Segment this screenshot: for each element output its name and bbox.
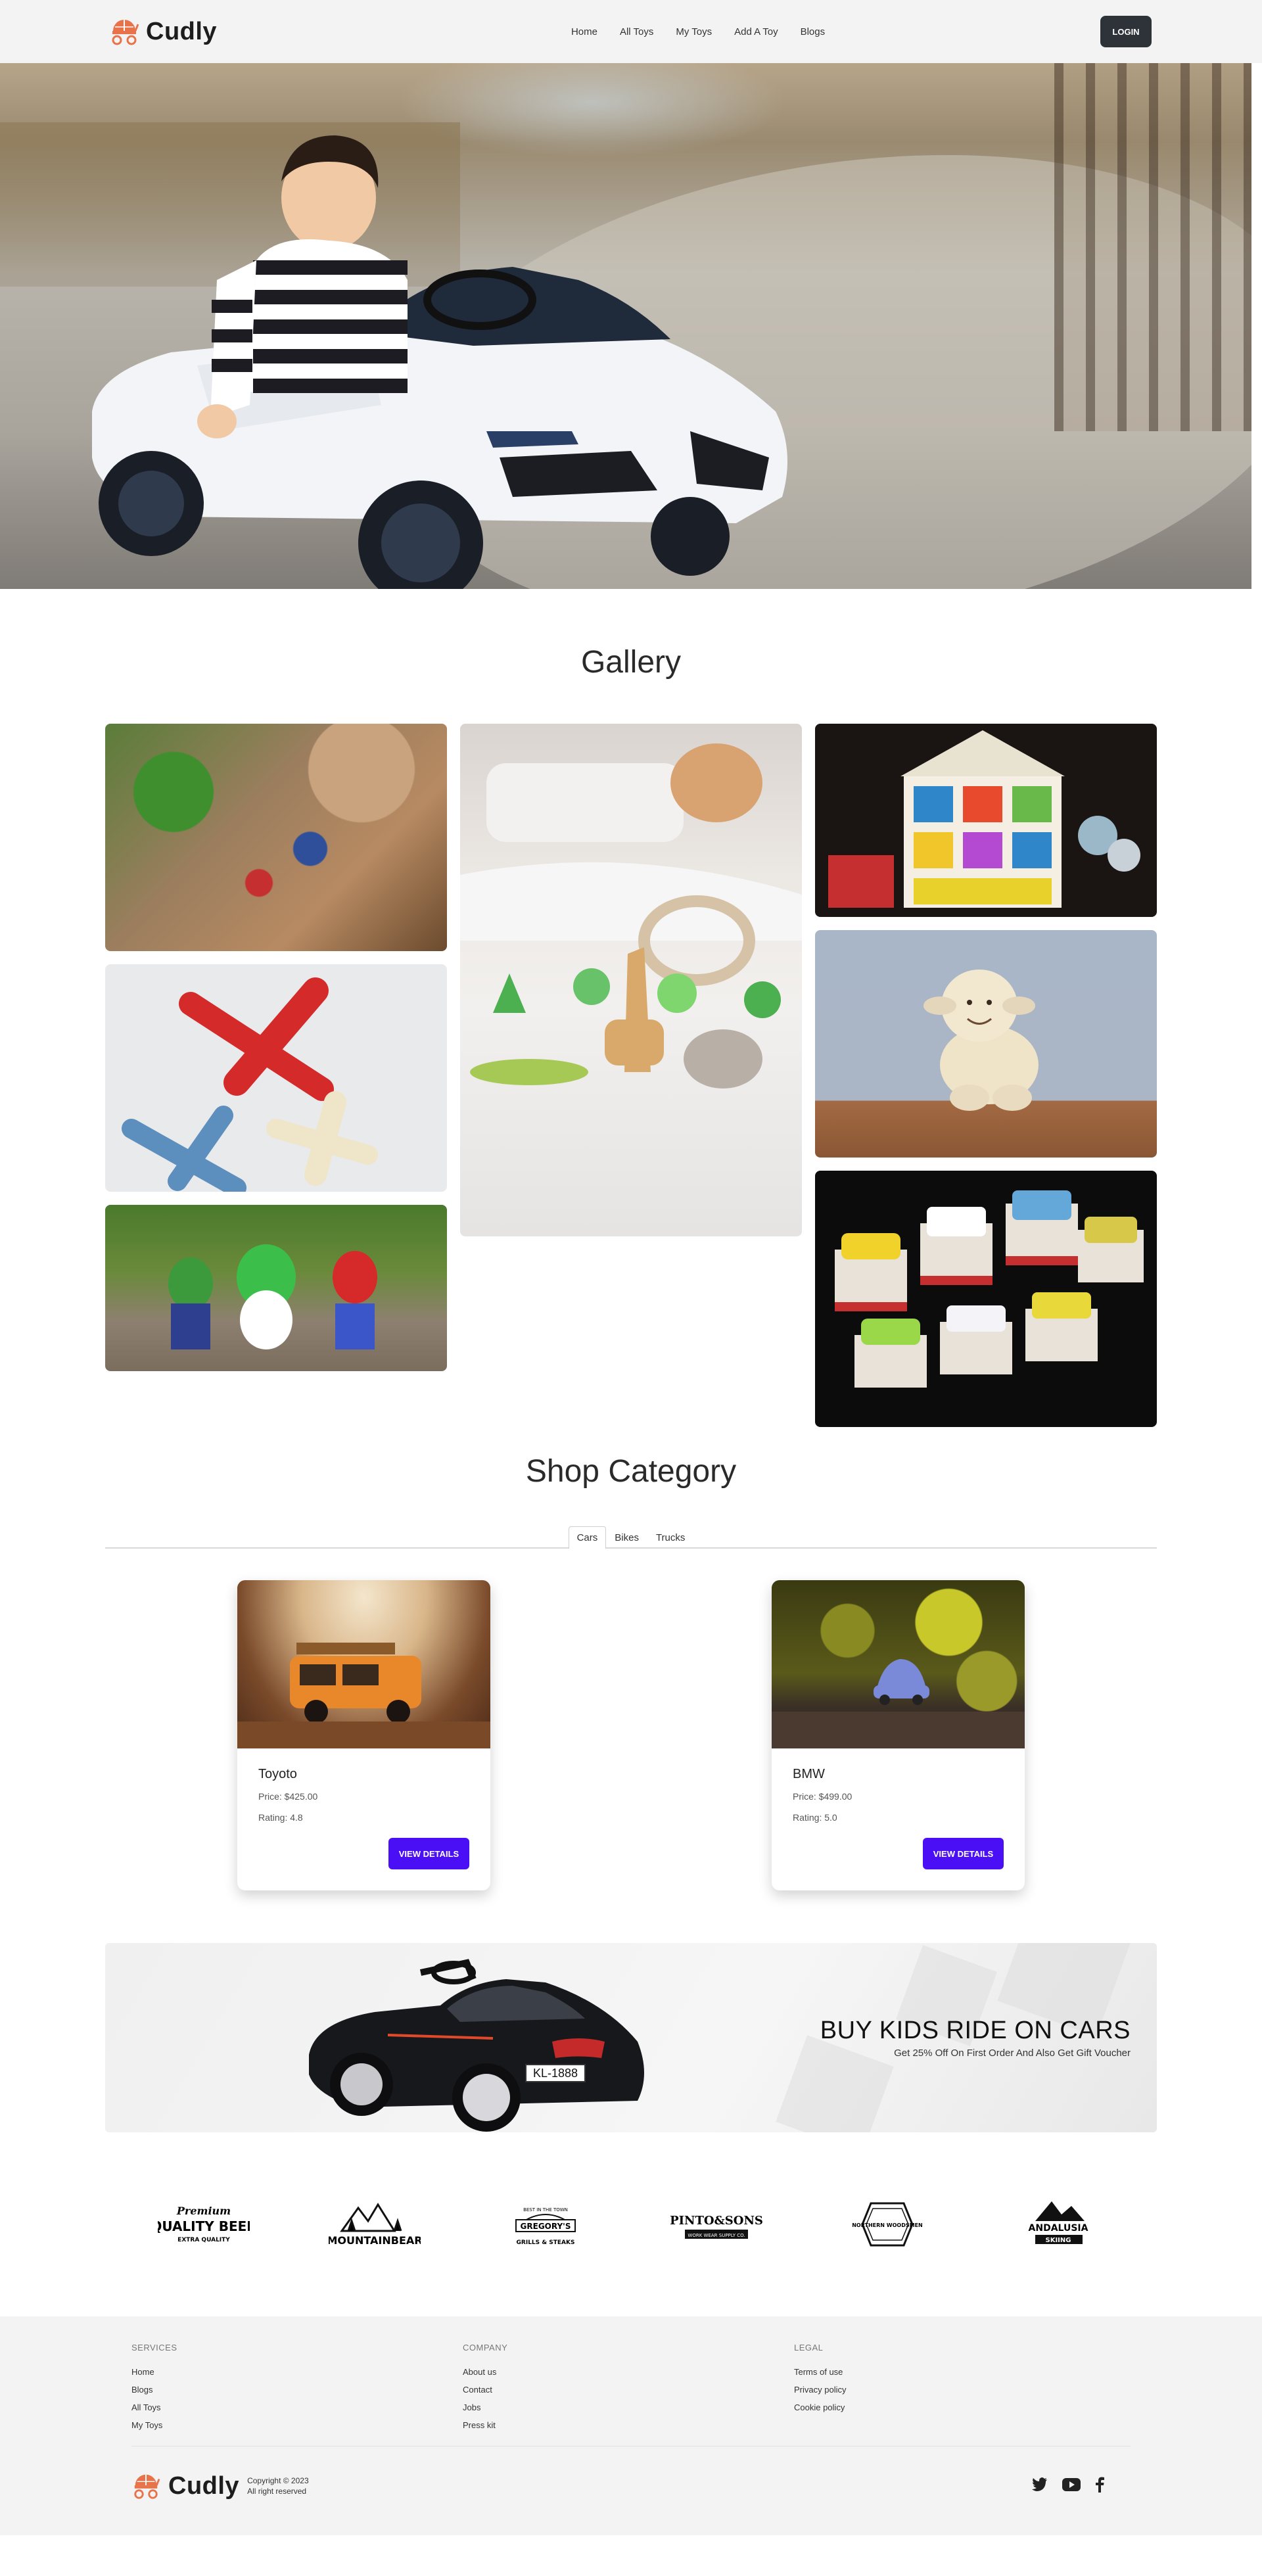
footer-link-all-toys[interactable]: All Toys	[131, 2402, 463, 2412]
nav-blogs[interactable]: Blogs	[801, 26, 826, 37]
brand-name: Cudly	[146, 17, 218, 45]
footer-heading: LEGAL	[794, 2343, 824, 2353]
nav-my-toys[interactable]: My Toys	[676, 26, 712, 37]
stroller-logo-icon	[134, 2474, 160, 2499]
facebook-icon[interactable]	[1095, 2477, 1104, 2496]
social-links	[1032, 2477, 1104, 2496]
footer-link-blogs[interactable]: Blogs	[131, 2385, 463, 2395]
promo-subtitle: Get 25% Off On First Order And Also Get …	[894, 2048, 1131, 2059]
gallery-image-tools-toys[interactable]	[105, 724, 447, 951]
youtube-icon[interactable]	[1062, 2477, 1081, 2494]
gallery-image-dollhouse[interactable]	[815, 724, 1157, 917]
login-button[interactable]: LOGIN	[1100, 16, 1152, 47]
svg-text:GRILLS & STEAKS: GRILLS & STEAKS	[517, 2239, 575, 2246]
svg-text:ANDALUSIA: ANDALUSIA	[1029, 2223, 1088, 2234]
svg-text:BEST IN THE TOWN: BEST IN THE TOWN	[523, 2207, 568, 2213]
product-price: Price: $425.00	[258, 1791, 318, 1802]
partner-logo-quality-beer: Premium QUALITY BEER EXTRA QUALITY	[158, 2191, 250, 2257]
gallery-image-teddy-sheep[interactable]	[815, 930, 1157, 1158]
product-card: Toyoto Price: $425.00 Rating: 4.8 VIEW D…	[237, 1580, 490, 1890]
footer-heading: SERVICES	[131, 2343, 177, 2353]
promo-title: BUY KIDS RIDE ON CARS	[820, 2017, 1131, 2044]
footer-column-legal: LEGAL Terms of use Privacy policy Cookie…	[794, 2343, 1125, 2446]
toy-van-illustration	[237, 1643, 490, 1748]
shop-category-title: Shop Category	[525, 1454, 737, 1489]
partner-logo-mountain-bear: MOUNTAINBEAR	[329, 2191, 421, 2257]
toy-beetle-illustration	[772, 1659, 1025, 1748]
nav-home[interactable]: Home	[571, 26, 597, 37]
svg-text:MOUNTAINBEAR: MOUNTAINBEAR	[329, 2234, 421, 2247]
footer-column-company: COMPANY About us Contact Jobs Press kit	[463, 2343, 794, 2446]
view-details-button[interactable]: VIEW DETAILS	[388, 1838, 469, 1869]
gallery-image-toy-cars-boxes[interactable]	[815, 1171, 1157, 1427]
footer-link-home[interactable]: Home	[131, 2367, 463, 2377]
toy-planes-illustration	[122, 977, 378, 1192]
hero-banner-image	[0, 63, 1251, 589]
footer-link-about-us[interactable]: About us	[463, 2367, 794, 2377]
product-rating: Rating: 4.8	[258, 1812, 303, 1823]
gallery-image-mario-figures[interactable]	[105, 1205, 447, 1371]
svg-text:WORK WEAR SUPPLY CO.: WORK WEAR SUPPLY CO.	[688, 2233, 745, 2238]
copyright-text: Copyright © 2023	[247, 2476, 309, 2485]
stroller-logo-icon	[112, 20, 139, 45]
product-name: Toyoto	[258, 1767, 297, 1781]
svg-text:PINTO&SONS: PINTO&SONS	[670, 2214, 762, 2228]
dollhouse-illustration	[828, 730, 1140, 908]
product-image-toyoto	[237, 1580, 490, 1748]
category-tabs: Cars Bikes Trucks	[105, 1524, 1157, 1549]
rights-text: All right reserved	[247, 2487, 307, 2496]
footer-link-terms[interactable]: Terms of use	[794, 2367, 1125, 2377]
wooden-animals-illustration	[460, 743, 802, 1089]
partner-logo-pinto-sons: PINTO&SONS WORK WEAR SUPPLY CO.	[670, 2191, 762, 2257]
svg-text:SKIING: SKIING	[1046, 2237, 1071, 2244]
product-rating: Rating: 5.0	[793, 1812, 837, 1823]
nav-add-a-toy[interactable]: Add A Toy	[734, 26, 778, 37]
footer-link-press-kit[interactable]: Press kit	[463, 2420, 794, 2430]
gallery-grid	[105, 724, 1157, 1453]
promo-banner[interactable]: KL-1888 BUY KIDS RIDE ON CARS Get 25% Of…	[105, 1943, 1157, 2132]
view-details-button[interactable]: VIEW DETAILS	[923, 1838, 1004, 1869]
footer-link-jobs[interactable]: Jobs	[463, 2402, 794, 2412]
footer-link-cookie[interactable]: Cookie policy	[794, 2402, 1125, 2412]
footer-link-privacy[interactable]: Privacy policy	[794, 2385, 1125, 2395]
kid-ride-on-car-illustration	[92, 135, 787, 589]
tab-trucks[interactable]: Trucks	[647, 1526, 693, 1549]
top-navbar: Cudly Home All Toys My Toys Add A Toy Bl…	[0, 0, 1262, 63]
partner-logo-northern-woodsmen: NORTHERN WOODSMEN	[841, 2191, 933, 2257]
footer-column-services: SERVICES Home Blogs All Toys My Toys	[131, 2343, 463, 2446]
black-ride-on-car-illustration: KL-1888	[309, 1959, 644, 2132]
partner-brands: Premium QUALITY BEER EXTRA QUALITY MOUNT…	[105, 2132, 1157, 2316]
brand-logo[interactable]: Cudly	[109, 16, 217, 47]
twitter-icon[interactable]	[1032, 2477, 1048, 2495]
plush-sheep-illustration	[923, 970, 1039, 1111]
footer-link-contact[interactable]: Contact	[463, 2385, 794, 2395]
footer-brand: Cudly Copyright © 2023 All right reserve…	[131, 2471, 309, 2500]
svg-text:QUALITY BEER: QUALITY BEER	[158, 2218, 250, 2234]
partner-logo-gregorys: BEST IN THE TOWN GREGORY'S GRILLS & STEA…	[500, 2191, 592, 2257]
svg-text:NORTHERN WOODSMEN: NORTHERN WOODSMEN	[852, 2222, 923, 2228]
svg-text:EXTRA QUALITY: EXTRA QUALITY	[177, 2237, 230, 2243]
tab-cars[interactable]: Cars	[568, 1526, 607, 1549]
partner-logo-andalusia-skiing: ANDALUSIA SKIING	[1012, 2191, 1104, 2257]
footer-brand-name: Cudly	[168, 2471, 240, 2500]
gallery-title: Gallery	[580, 645, 682, 680]
footer-heading: COMPANY	[463, 2343, 508, 2353]
product-card: BMW Price: $499.00 Rating: 5.0 VIEW DETA…	[772, 1580, 1025, 1890]
footer-link-my-toys[interactable]: My Toys	[131, 2420, 463, 2430]
nav-all-toys[interactable]: All Toys	[620, 26, 653, 37]
figures-illustration	[168, 1244, 377, 1349]
tab-bikes[interactable]: Bikes	[606, 1526, 647, 1549]
gallery-image-wooden-animals[interactable]	[460, 724, 802, 1236]
product-cards: Toyoto Price: $425.00 Rating: 4.8 VIEW D…	[105, 1580, 1157, 1890]
product-price: Price: $499.00	[793, 1791, 853, 1802]
license-plate-text: KL-1888	[533, 2067, 578, 2080]
main-menu: Home All Toys My Toys Add A Toy Blogs	[571, 26, 825, 37]
toy-cars-illustration	[835, 1190, 1144, 1388]
site-footer: SERVICES Home Blogs All Toys My Toys COM…	[0, 2316, 1262, 2535]
product-image-bmw	[772, 1580, 1025, 1748]
svg-text:Premium: Premium	[176, 2205, 231, 2217]
gallery-image-toy-planes[interactable]	[105, 964, 447, 1192]
product-name: BMW	[793, 1767, 825, 1781]
svg-text:GREGORY'S: GREGORY'S	[521, 2222, 571, 2231]
